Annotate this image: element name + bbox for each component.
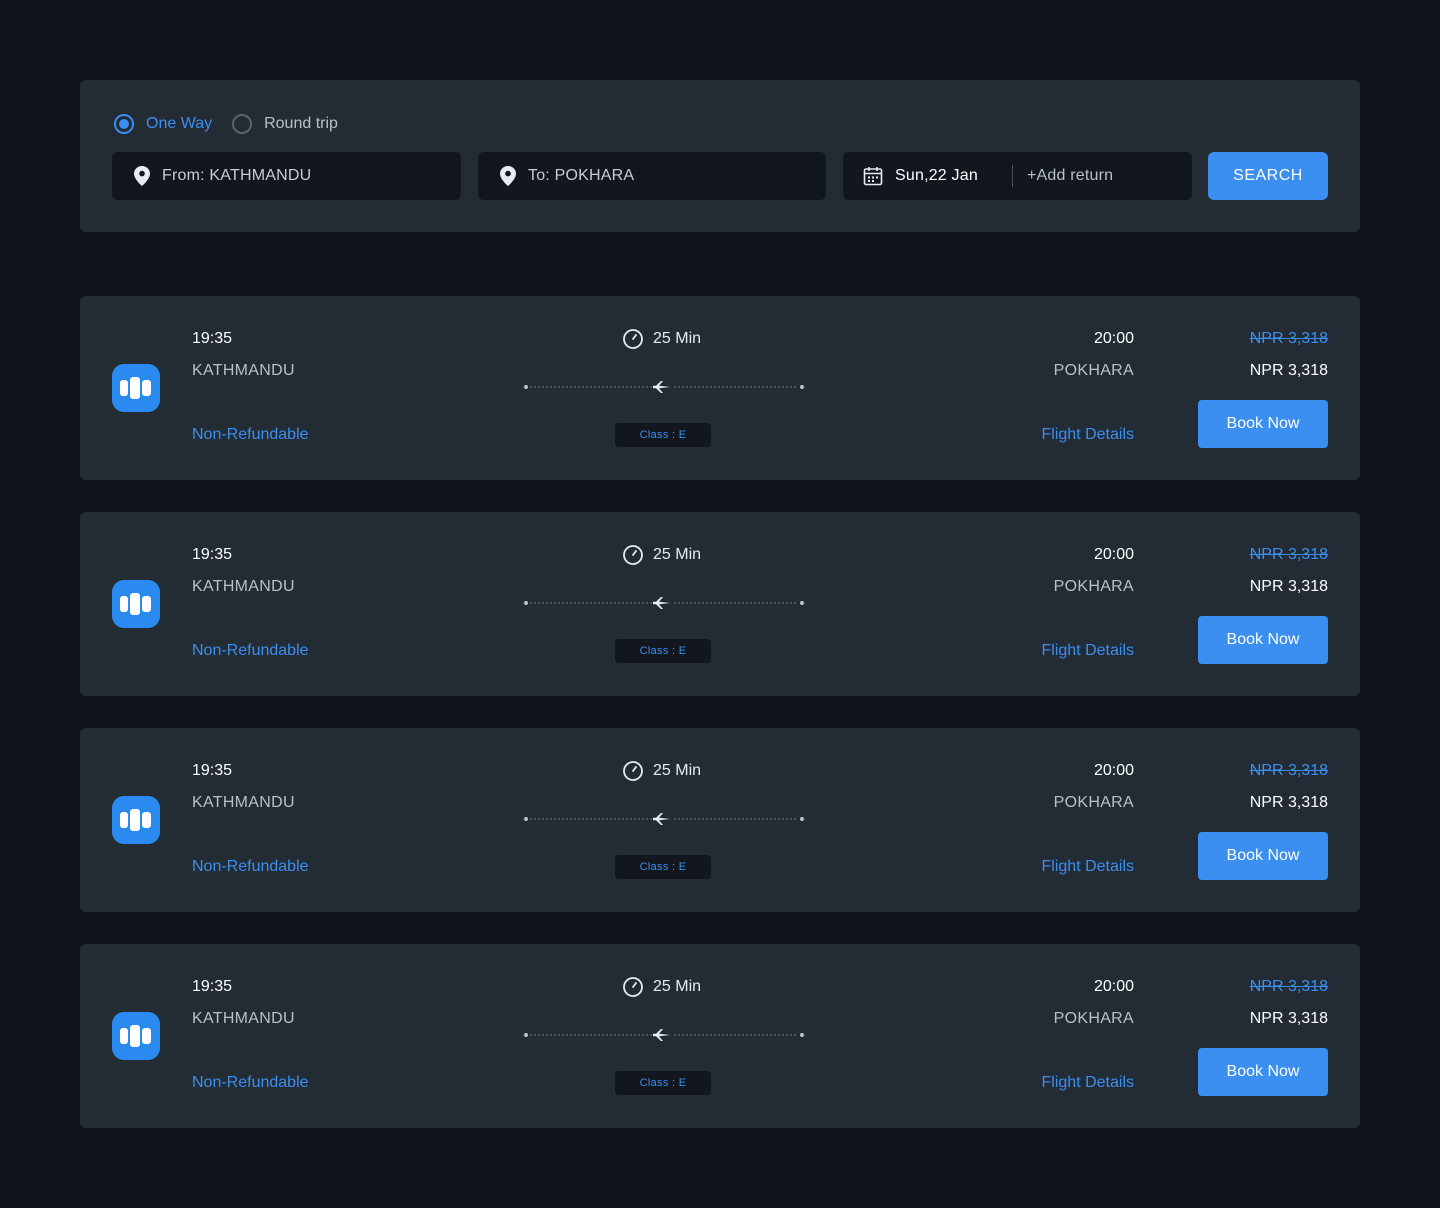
divider <box>1011 165 1013 187</box>
refund-policy-link[interactable]: Non-Refundable <box>192 642 309 660</box>
arrival-time: 20:00 <box>1093 330 1134 347</box>
arrival-city: POKHARA <box>1053 794 1134 811</box>
to-field-value: To: POKHARA <box>528 167 635 184</box>
clock-icon <box>622 976 644 998</box>
route-line <box>524 381 804 393</box>
departure-city: KATHMANDU <box>192 362 295 379</box>
plane-icon <box>653 597 670 609</box>
departure-date-value: Sun,22 Jan <box>895 167 978 184</box>
flight-duration: 25 Min <box>622 760 701 782</box>
route-line <box>524 1029 804 1041</box>
arrival-time: 20:00 <box>1093 978 1134 995</box>
flight-details-link[interactable]: Flight Details <box>1042 426 1134 444</box>
refund-policy-link[interactable]: Non-Refundable <box>192 1074 309 1092</box>
airline-logo-icon <box>112 1012 160 1060</box>
refund-policy-link[interactable]: Non-Refundable <box>192 426 309 444</box>
current-price: NPR 3,318 <box>1249 1010 1328 1027</box>
search-button[interactable]: SEARCH <box>1208 152 1328 200</box>
trip-type-round-trip[interactable]: Round trip <box>232 114 338 134</box>
arrival-city: POKHARA <box>1053 1010 1134 1027</box>
to-field[interactable]: To: POKHARA <box>478 152 826 200</box>
flight-duration: 25 Min <box>622 976 701 998</box>
book-now-button[interactable]: Book Now <box>1198 616 1328 664</box>
flight-card: 19:35 KATHMANDU Non-Refundable 25 Min Cl… <box>80 512 1360 696</box>
departure-time: 19:35 <box>192 762 233 779</box>
trip-type-one-way[interactable]: One Way <box>114 114 212 134</box>
date-field[interactable]: Sun,22 Jan +Add return <box>843 152 1192 200</box>
plane-icon <box>653 381 670 393</box>
departure-city: KATHMANDU <box>192 578 295 595</box>
duration-value: 25 Min <box>653 546 702 563</box>
airline-logo-icon <box>112 580 160 628</box>
departure-city: KATHMANDU <box>192 1010 295 1027</box>
original-price: NPR 3,318 <box>1249 978 1328 995</box>
book-now-button[interactable]: Book Now <box>1198 400 1328 448</box>
book-now-button[interactable]: Book Now <box>1198 832 1328 880</box>
route-line <box>524 813 804 825</box>
class-badge: Class : E <box>615 423 711 447</box>
flight-details-link[interactable]: Flight Details <box>1042 642 1134 660</box>
current-price: NPR 3,318 <box>1249 794 1328 811</box>
arrival-time: 20:00 <box>1093 762 1134 779</box>
duration-value: 25 Min <box>653 330 702 347</box>
original-price: NPR 3,318 <box>1249 546 1328 563</box>
current-price: NPR 3,318 <box>1249 578 1328 595</box>
current-price: NPR 3,318 <box>1249 362 1328 379</box>
add-return-link[interactable]: +Add return <box>1027 167 1113 185</box>
class-badge: Class : E <box>615 1071 711 1095</box>
flight-details-link[interactable]: Flight Details <box>1042 1074 1134 1092</box>
trip-type-label: Round trip <box>264 115 338 132</box>
flight-card: 19:35 KATHMANDU Non-Refundable 25 Min Cl… <box>80 944 1360 1128</box>
refund-policy-link[interactable]: Non-Refundable <box>192 858 309 876</box>
airline-logo-icon <box>112 796 160 844</box>
flight-duration: 25 Min <box>622 544 701 566</box>
flight-card: 19:35 KATHMANDU Non-Refundable 25 Min Cl… <box>80 296 1360 480</box>
arrival-city: POKHARA <box>1053 362 1134 379</box>
flight-details-link[interactable]: Flight Details <box>1042 858 1134 876</box>
duration-value: 25 Min <box>653 978 702 995</box>
plane-icon <box>653 813 670 825</box>
duration-value: 25 Min <box>653 762 702 779</box>
original-price: NPR 3,318 <box>1249 762 1328 779</box>
clock-icon <box>622 328 644 350</box>
airline-logo-icon <box>112 364 160 412</box>
flight-card: 19:35 KATHMANDU Non-Refundable 25 Min Cl… <box>80 728 1360 912</box>
trip-type-selector: One Way Round trip <box>114 114 358 134</box>
class-badge: Class : E <box>615 855 711 879</box>
departure-time: 19:35 <box>192 546 233 563</box>
clock-icon <box>622 760 644 782</box>
departure-time: 19:35 <box>192 978 233 995</box>
arrival-city: POKHARA <box>1053 578 1134 595</box>
original-price: NPR 3,318 <box>1249 330 1328 347</box>
from-field-value: From: KATHMANDU <box>162 167 312 184</box>
departure-city: KATHMANDU <box>192 794 295 811</box>
search-panel: One Way Round trip From: KATHMANDU To: P… <box>80 80 1360 232</box>
route-line <box>524 597 804 609</box>
radio-checked-icon[interactable] <box>114 114 134 134</box>
location-pin-icon <box>498 166 518 186</box>
clock-icon <box>622 544 644 566</box>
radio-unchecked-icon[interactable] <box>232 114 253 134</box>
calendar-icon <box>863 166 883 186</box>
departure-time: 19:35 <box>192 330 233 347</box>
location-pin-icon <box>132 166 152 186</box>
class-badge: Class : E <box>615 639 711 663</box>
flight-duration: 25 Min <box>622 328 701 350</box>
plane-icon <box>653 1029 670 1041</box>
trip-type-label: One Way <box>146 115 213 132</box>
book-now-button[interactable]: Book Now <box>1198 1048 1328 1096</box>
from-field[interactable]: From: KATHMANDU <box>112 152 461 200</box>
arrival-time: 20:00 <box>1093 546 1134 563</box>
